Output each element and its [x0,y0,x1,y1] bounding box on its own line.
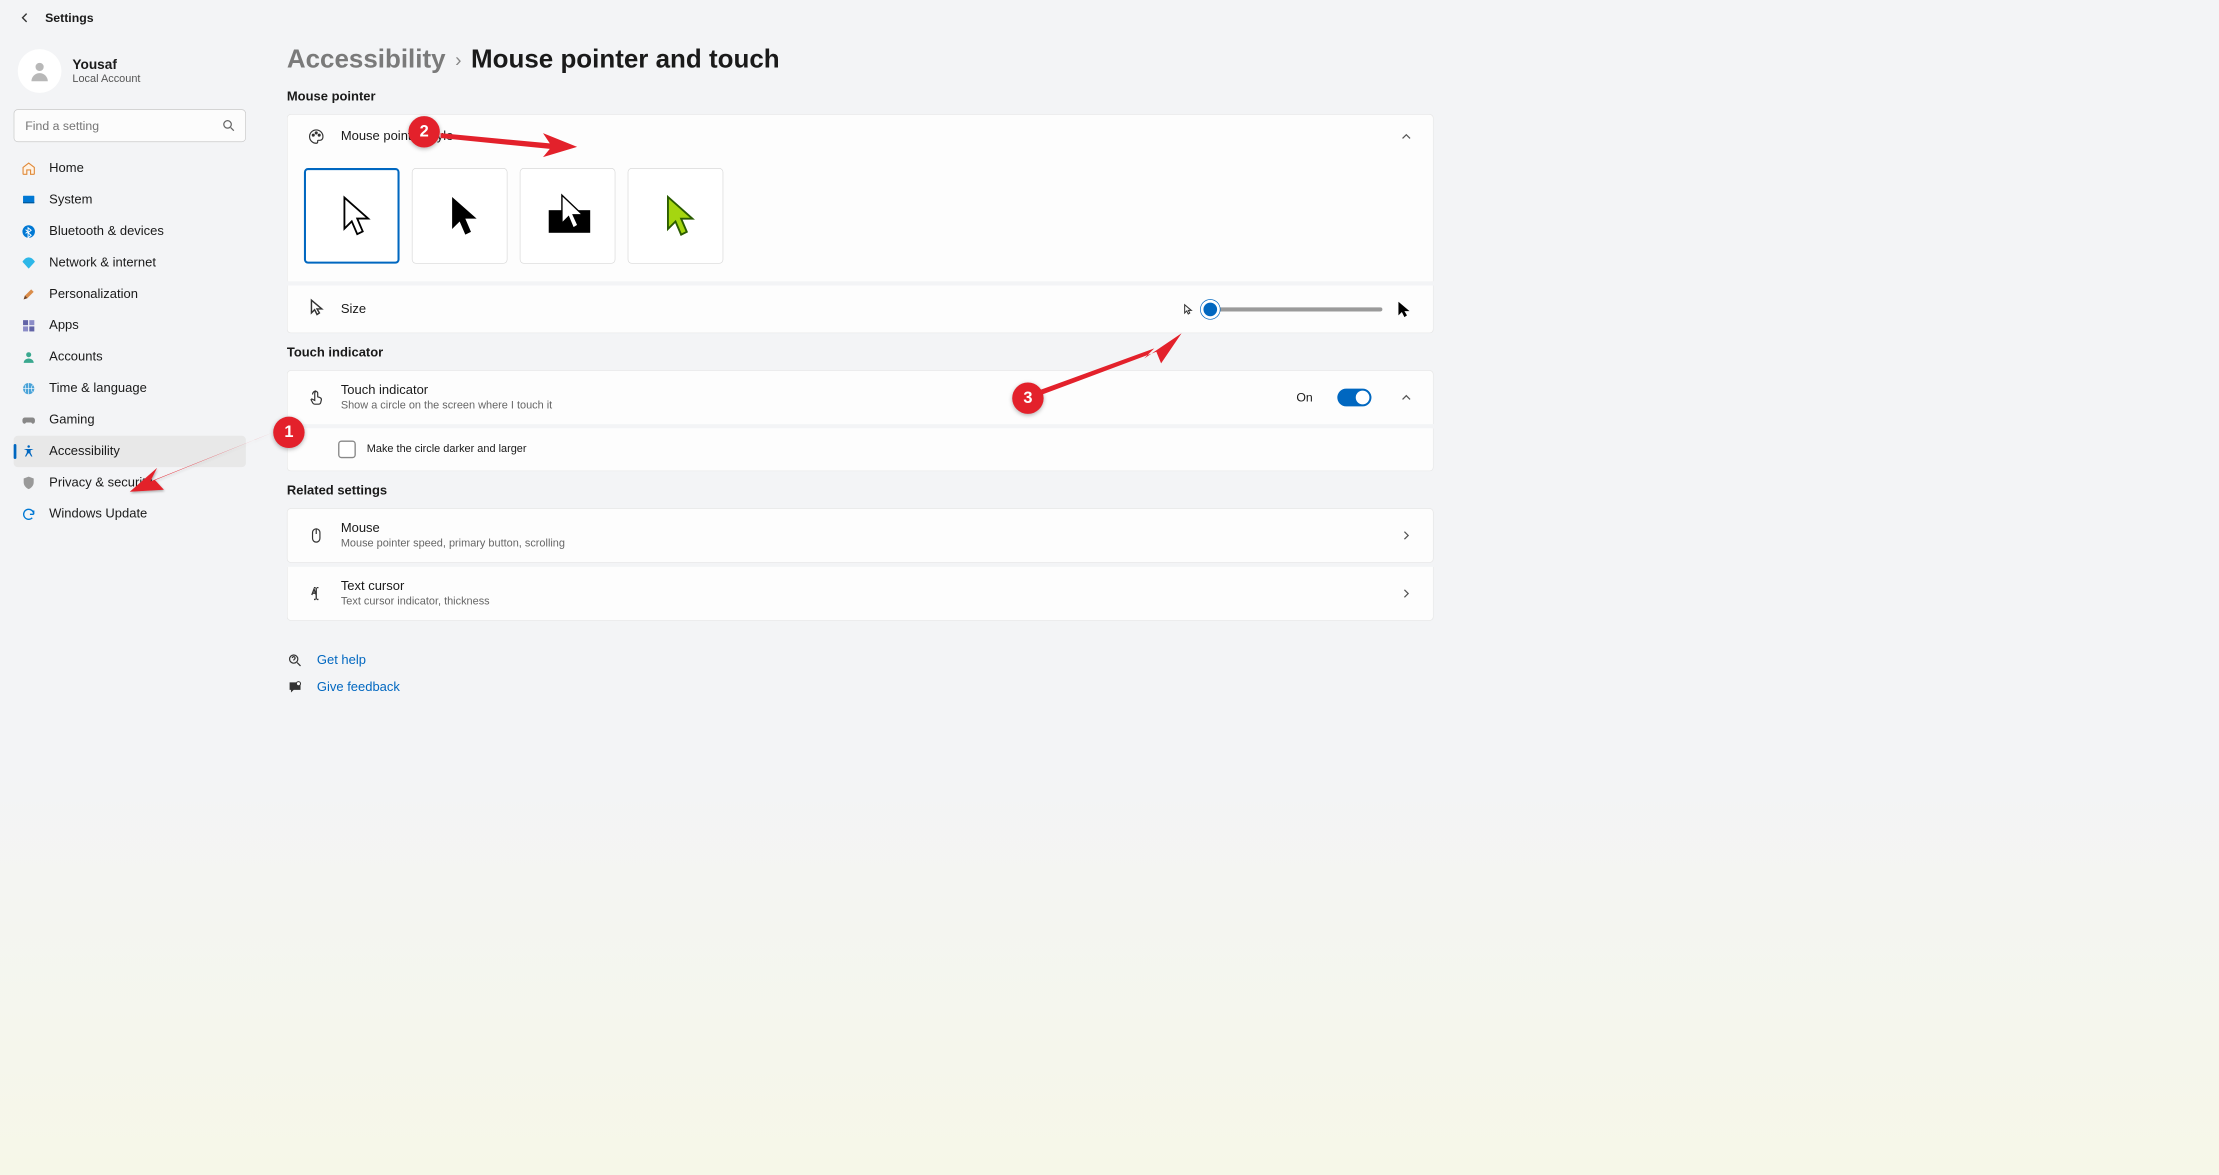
personalization-icon [20,286,36,302]
cursor-small-icon [1182,303,1194,315]
touch-darker-label: Make the circle darker and larger [367,443,527,455]
sidebar-item-label: Apps [49,318,79,333]
chevron-up-icon [1399,390,1414,405]
page-title: Mouse pointer and touch [471,45,780,74]
sidebar-item-apps[interactable]: Apps [14,310,246,341]
annotation-arrow-1 [126,427,280,502]
system-icon [20,192,36,208]
sidebar-item-label: Personalization [49,287,138,302]
section-related: Related settings [287,484,1434,499]
gaming-icon [20,412,36,428]
windows-update-icon [20,506,36,522]
apps-icon [20,318,36,334]
touch-darker-checkbox[interactable] [338,441,356,459]
user-name: Yousaf [72,57,140,73]
sidebar-item-label: Bluetooth & devices [49,224,164,239]
bluetooth-icon [20,223,36,239]
give-feedback-link[interactable]: Give feedback [317,680,400,695]
related-text-cursor-row[interactable]: Text cursor Text cursor indicator, thick… [288,567,1433,620]
back-button[interactable] [16,10,32,26]
sidebar-item-label: Gaming [49,413,94,428]
sidebar-item-system[interactable]: System [14,184,246,215]
sidebar-item-bluetooth[interactable]: Bluetooth & devices [14,216,246,247]
size-label: Size [341,302,366,317]
text-cursor-icon [307,584,326,603]
cursor-large-icon [1393,299,1413,319]
sidebar-item-windows-update[interactable]: Windows Update [14,499,246,530]
touch-indicator-row[interactable]: Touch indicator Show a circle on the scr… [288,371,1433,424]
sidebar-item-label: Accessibility [49,444,120,459]
palette-icon [307,127,326,146]
get-help-link[interactable]: Get help [317,653,366,668]
touch-icon [307,388,326,407]
annotation-arrow-2 [437,123,580,164]
chevron-right-icon [1399,586,1414,601]
accessibility-icon [20,443,36,459]
sidebar-item-label: Time & language [49,381,147,396]
related-text-cursor-title: Text cursor [341,579,1384,594]
give-feedback-row[interactable]: Give feedback [287,680,1434,696]
privacy-icon [20,475,36,491]
sidebar-item-time-language[interactable]: Time & language [14,373,246,404]
search-field[interactable] [14,109,246,142]
network-icon [20,255,36,271]
pointer-size-row: Size [288,285,1433,332]
user-profile[interactable]: Yousaf Local Account [14,41,246,109]
pointer-style-white[interactable] [304,168,400,264]
pointer-style-custom[interactable] [628,168,724,264]
feedback-icon [287,680,303,696]
breadcrumb: Accessibility › Mouse pointer and touch [287,45,1434,74]
avatar [18,49,62,93]
touch-darker-row[interactable]: Make the circle darker and larger [288,428,1433,470]
sidebar-item-home[interactable]: Home [14,153,246,184]
touch-toggle[interactable] [1337,389,1371,407]
breadcrumb-sep: › [455,49,461,71]
chevron-up-icon [1399,129,1414,144]
touch-sub: Show a circle on the screen where I touc… [341,400,1281,412]
pointer-style-inverted[interactable] [520,168,616,264]
accounts-icon [20,349,36,365]
annotation-arrow-3 [1035,328,1189,396]
related-mouse-sub: Mouse pointer speed, primary button, scr… [341,538,1384,550]
sidebar-item-personalization[interactable]: Personalization [14,279,246,310]
search-input[interactable] [14,109,246,142]
user-account-type: Local Account [72,73,140,85]
related-text-cursor-sub: Text cursor indicator, thickness [341,596,1384,608]
mouse-icon [307,526,326,545]
sidebar-item-label: System [49,193,92,208]
sidebar-item-label: Network & internet [49,255,156,270]
help-icon [287,652,303,668]
sidebar-item-label: Home [49,161,84,176]
time-language-icon [20,380,36,396]
breadcrumb-parent[interactable]: Accessibility [287,45,446,74]
section-touch-indicator: Touch indicator [287,346,1434,361]
sidebar-item-network[interactable]: Network & internet [14,247,246,278]
search-icon [221,118,236,133]
app-title: Settings [45,11,94,25]
related-mouse-row[interactable]: Mouse Mouse pointer speed, primary butto… [288,509,1433,562]
section-mouse-pointer: Mouse pointer [287,89,1434,104]
sidebar-item-label: Windows Update [49,507,147,522]
get-help-row[interactable]: Get help [287,652,1434,668]
sidebar-item-label: Accounts [49,350,102,365]
home-icon [20,161,36,177]
size-slider[interactable] [1205,307,1383,311]
sidebar-item-accounts[interactable]: Accounts [14,342,246,373]
cursor-icon [307,298,326,321]
related-mouse-title: Mouse [341,521,1384,536]
chevron-right-icon [1399,528,1414,543]
pointer-style-black[interactable] [412,168,508,264]
toggle-state-label: On [1296,390,1312,404]
